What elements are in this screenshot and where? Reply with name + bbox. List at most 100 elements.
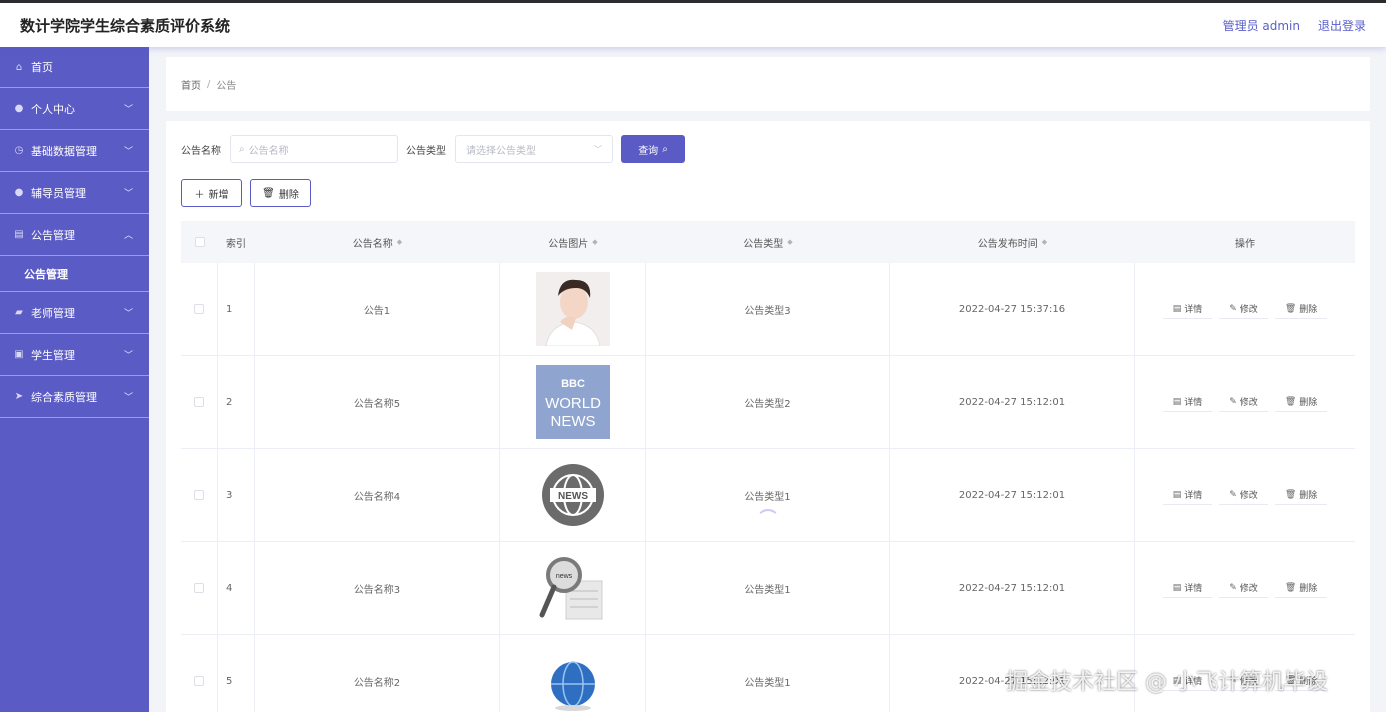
trash-icon: 🗑 [262, 187, 275, 199]
detail-button[interactable]: ▤ 详情 [1162, 578, 1213, 598]
delete-label: 删除 [1299, 305, 1318, 315]
sidebar: ⌂ 首页 ● 个人中心 ﹀ ◷ 基础数据管理 ﹀ ● 辅导员管理 ﹀ ▤ 公告管… [0, 47, 149, 712]
bbc-world-news-image: BBC WORLD NEWS [535, 365, 610, 439]
sidebar-item-label: 综合素质管理 [31, 390, 97, 404]
breadcrumb-home[interactable]: 首页 [181, 77, 201, 92]
select-all-checkbox[interactable] [194, 237, 205, 247]
batch-delete-button[interactable]: 🗑 删除 [250, 179, 311, 207]
header-ops: 操作 [1235, 238, 1255, 250]
detail-icon: ▤ [1172, 489, 1182, 500]
delete-label: 删除 [1299, 584, 1318, 594]
delete-button[interactable]: 🗑 删除 [1274, 485, 1328, 505]
row-time: 2022-04-27 15:12:01 [890, 449, 1135, 541]
header-select-all [181, 221, 218, 263]
header-type[interactable]: 公告类型 ◆ [646, 221, 890, 263]
header-time[interactable]: 公告发布时间 ◆ [890, 221, 1135, 263]
chevron-down-icon: ﹀ [123, 309, 133, 319]
detail-button[interactable]: ▤ 详情 [1162, 392, 1213, 412]
user-icon: ● [14, 103, 24, 114]
row-checkbox[interactable] [194, 676, 204, 686]
table-row: 1 公告1 公告类型3 2022-04-27 15:37:16 ▤ 详情 ✎ 修改 … [181, 263, 1355, 356]
sidebar-item-profile[interactable]: ● 个人中心 ﹀ [0, 88, 149, 130]
row-index: 3 [218, 449, 255, 541]
thumb-icon: ▰ [15, 307, 23, 318]
header-image[interactable]: 公告图片 ◆ [500, 221, 646, 263]
trash-icon: 🗑 [1284, 489, 1297, 500]
sidebar-item-label: 公告管理 [31, 228, 75, 242]
search-icon: ⌕ [239, 143, 245, 155]
detail-button[interactable]: ▤ 详情 [1162, 485, 1213, 505]
row-name: 公告名称4 [255, 449, 500, 541]
delete-button[interactable]: 🗑 删除 [1274, 392, 1328, 412]
sidebar-item-quality[interactable]: ➤ 综合素质管理 ﹀ [0, 376, 149, 418]
row-image-cell [500, 635, 646, 712]
plus-icon: ＋ [194, 189, 205, 201]
magnifier-news-image: news [535, 551, 610, 625]
detail-label: 详情 [1184, 491, 1203, 501]
search-icon: ⌕ [662, 143, 668, 155]
edit-button[interactable]: ✎ 修改 [1219, 392, 1268, 412]
chevron-up-icon: ︿ [123, 231, 133, 241]
notice-name-label: 公告名称 [181, 145, 221, 157]
sidebar-item-label: 辅导员管理 [31, 186, 86, 200]
row-image-cell [500, 263, 646, 355]
edit-button[interactable]: ✎ 修改 [1219, 299, 1268, 319]
row-checkbox[interactable] [194, 304, 204, 314]
sidebar-item-basic-data[interactable]: ◷ 基础数据管理 ﹀ [0, 130, 149, 172]
breadcrumb: 首页 / 公告 [166, 57, 1370, 111]
detail-label: 详情 [1184, 398, 1203, 408]
sidebar-item-teacher[interactable]: ▰ 老师管理 ﹀ [0, 292, 149, 334]
header-type-label: 公告类型 [743, 238, 784, 250]
chevron-down-icon: ﹀ [123, 351, 133, 361]
row-type: 公告类型3 [646, 263, 890, 355]
notice-name-placeholder: 公告名称 [248, 145, 289, 157]
query-button[interactable]: 查询 ⌕ [621, 135, 685, 163]
notice-name-input[interactable]: ⌕ 公告名称 [230, 135, 398, 163]
row-checkbox[interactable] [194, 490, 204, 500]
chevron-down-icon: ﹀ [123, 393, 133, 403]
edit-button[interactable]: ✎ 修改 [1219, 485, 1268, 505]
edit-label: 修改 [1239, 584, 1258, 594]
row-type: 公告类型1 [646, 635, 890, 712]
action-buttons: ＋ 新增 🗑 删除 [181, 179, 311, 207]
detail-button[interactable]: ▤ 详情 [1162, 299, 1213, 319]
sort-icon: ◆ [396, 238, 403, 246]
breadcrumb-separator: / [207, 78, 211, 90]
breadcrumb-current: 公告 [216, 80, 237, 92]
delete-button[interactable]: 🗑 删除 [1274, 299, 1328, 319]
add-button[interactable]: ＋ 新增 [181, 179, 242, 207]
row-ops: ▤ 详情 ✎ 修改 🗑 删除 [1135, 542, 1355, 634]
sidebar-item-counselor[interactable]: ● 辅导员管理 ﹀ [0, 172, 149, 214]
row-checkbox[interactable] [194, 583, 204, 593]
row-time: 2022-04-27 15:12:01 [890, 356, 1135, 448]
detail-label: 详情 [1184, 584, 1203, 594]
world-text: WORLD [545, 395, 601, 412]
globe-news-image [535, 644, 610, 712]
sidebar-item-label: 首页 [31, 61, 53, 74]
delete-button[interactable]: 🗑 删除 [1274, 578, 1328, 598]
row-select-cell [181, 449, 218, 541]
pencil-icon: ✎ [1229, 582, 1237, 593]
detail-icon: ▤ [1172, 396, 1182, 407]
row-checkbox[interactable] [194, 397, 204, 407]
chevron-down-icon: ﹀ [594, 144, 602, 154]
sidebar-item-student[interactable]: ▣ 学生管理 ﹀ [0, 334, 149, 376]
row-index: 1 [218, 263, 255, 355]
edit-button[interactable]: ✎ 修改 [1219, 578, 1268, 598]
header-user-area: 管理员 admin 退出登录 [1223, 17, 1366, 34]
query-button-label: 查询 [638, 145, 659, 157]
sidebar-item-notice[interactable]: ▤ 公告管理 ︿ [0, 214, 149, 256]
header-name[interactable]: 公告名称 ◆ [255, 221, 500, 263]
sidebar-item-home[interactable]: ⌂ 首页 [0, 47, 149, 88]
row-select-cell [181, 635, 218, 712]
sidebar-item-label: 个人中心 [31, 102, 75, 116]
sort-icon: ◆ [1041, 238, 1048, 246]
notice-type-select[interactable]: 请选择公告类型 ﹀ [455, 135, 613, 163]
magnifier-news-text: news [555, 573, 572, 580]
notice-type-label: 公告类型 [406, 145, 446, 157]
add-button-label: 新增 [208, 189, 229, 201]
logout-link[interactable]: 退出登录 [1318, 17, 1366, 34]
pencil-icon: ✎ [1229, 396, 1237, 407]
sidebar-subitem-notice-manage[interactable]: 公告管理 [0, 256, 149, 292]
sidebar-item-label: 学生管理 [31, 348, 75, 362]
